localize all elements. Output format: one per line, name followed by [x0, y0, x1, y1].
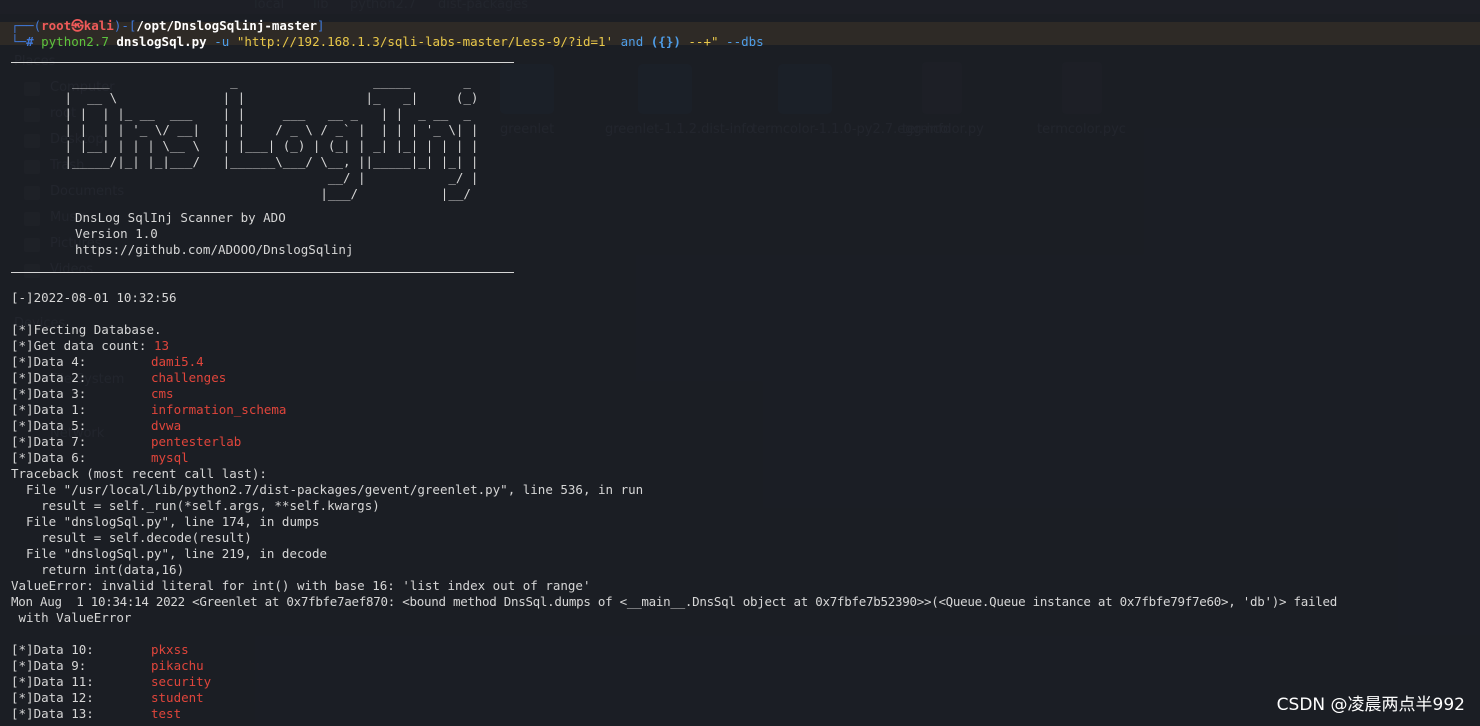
db-label: [*]Data 13:: [11, 706, 94, 721]
db-name: student: [151, 690, 204, 705]
greenlet-error-line: Mon Aug 1 10:34:14 2022 <Greenlet at 0x7…: [11, 594, 1337, 609]
db-row: [*]Data 13: test: [11, 706, 181, 722]
db-row: [*]Data 9: pikachu: [11, 658, 204, 674]
output-count: [*]Get data count: 13: [11, 338, 169, 354]
db-row: [*]Data 11: security: [11, 674, 211, 690]
db-label: [*]Data 7:: [11, 434, 87, 449]
command-tail: --+": [688, 34, 719, 49]
db-name: pentesterlab: [151, 434, 242, 449]
banner-version: Version 1.0: [75, 226, 158, 241]
banner-github-link[interactable]: https://github.com/ADOOO/DnslogSqlinj: [75, 242, 353, 258]
traceback-line: File "dnslogSql.py", line 219, in decode: [11, 546, 328, 561]
db-name: pkxss: [151, 642, 189, 657]
db-name: test: [151, 706, 182, 721]
command-python: python2.7: [41, 34, 109, 49]
prompt-corner-2: └─: [11, 34, 27, 49]
traceback-line: File "/usr/local/lib/python2.7/dist-pack…: [11, 482, 644, 497]
ascii-art-line: _____ _ _____ _: [57, 74, 471, 89]
count-value: 13: [154, 338, 170, 353]
traceback-line: Traceback (most recent call last):: [11, 466, 267, 481]
ascii-art-line: | | | | '_ \/ __| | | / _ \ / _` | | | |…: [57, 122, 479, 137]
db-label: [*]Data 6:: [11, 450, 87, 465]
db-label: [*]Data 9:: [11, 658, 87, 673]
db-row: [*]Data 12: student: [11, 690, 204, 706]
db-label: [*]Data 11:: [11, 674, 94, 689]
db-label: [*]Data 10:: [11, 642, 94, 657]
prompt-separator: )-[: [113, 18, 137, 33]
db-name: information_schema: [151, 402, 287, 417]
db-name: cms: [151, 386, 174, 401]
traceback-line: return int(data,16): [11, 562, 185, 577]
db-label: [*]Data 4:: [11, 354, 87, 369]
prompt-path: /opt/DnslogSqlinj-master: [136, 18, 318, 33]
db-row: [*]Data 4: dami5.4: [11, 354, 204, 370]
db-label: [*]Data 5:: [11, 418, 87, 433]
traceback-line: File "dnslogSql.py", line 174, in dumps: [11, 514, 320, 529]
db-row: [*]Data 5: dvwa: [11, 418, 181, 434]
db-row: [*]Data 10: pkxss: [11, 642, 189, 658]
db-label: [*]Data 12:: [11, 690, 94, 705]
db-label: [*]Data 2:: [11, 370, 87, 385]
greenlet-error-wrap: with ValueError: [11, 610, 132, 625]
count-label: [*]Get data count:: [11, 338, 154, 353]
db-name: dvwa: [151, 418, 182, 433]
db-name: security: [151, 674, 212, 689]
prompt-close: ]: [317, 18, 325, 33]
command-opt-dbs: --dbs: [726, 34, 764, 49]
db-label: [*]Data 3:: [11, 386, 87, 401]
output-timestamp: [-]2022-08-01 10:32:56: [11, 290, 177, 305]
prompt-line-1: ┌──(root㉿kali)-[/opt/DnslogSqlinj-master…: [11, 18, 325, 34]
traceback-line: result = self.decode(result): [11, 530, 252, 545]
command-url: "http://192.168.1.3/sqli-labs-master/Les…: [236, 34, 614, 49]
traceback-line: result = self._run(*self.args, **self.kw…: [11, 498, 380, 513]
ascii-art-line: | |__| | | | \__ \ | |___| (_) | (_| | _…: [57, 138, 479, 153]
output-fecting: [*]Fecting Database.: [11, 322, 162, 337]
command-line[interactable]: └─# python2.7 dnslogSql.py -u "http://19…: [11, 34, 764, 50]
db-row: [*]Data 1: information_schema: [11, 402, 286, 418]
db-row: [*]Data 6: mysql: [11, 450, 189, 466]
prompt-corner: ┌──(: [11, 18, 42, 33]
db-name: challenges: [151, 370, 227, 385]
command-opt-u: -u: [214, 34, 230, 49]
banner-rule-top: [11, 62, 514, 63]
prompt-user: root㉿kali: [41, 18, 114, 33]
ascii-art-line: |___/ |__/: [57, 186, 471, 201]
ascii-art-line: __/ | _/ |: [57, 170, 479, 185]
command-braces: ({}): [650, 34, 681, 49]
ascii-art-line: |_____/|_| |_|___/ |______\___/ \__, ||_…: [57, 154, 479, 169]
db-name: dami5.4: [151, 354, 204, 369]
ascii-art-line: | __ \ | | |_ _| (_): [57, 90, 479, 105]
csdn-watermark: CSDN @凌晨两点半992: [1276, 695, 1465, 715]
db-name: mysql: [151, 450, 189, 465]
db-row: [*]Data 3: cms: [11, 386, 174, 402]
db-name: pikachu: [151, 658, 204, 673]
db-row: [*]Data 2: challenges: [11, 370, 226, 386]
command-script: dnslogSql.py: [116, 34, 207, 49]
banner-scanner: DnsLog SqlInj Scanner by ADO: [75, 210, 286, 225]
terminal-window[interactable]: ┌──(root㉿kali)-[/opt/DnslogSqlinj-master…: [0, 0, 1480, 726]
banner-rule-bottom: [11, 272, 514, 273]
command-and: and: [620, 34, 644, 49]
prompt-hash: #: [26, 34, 34, 49]
db-label: [*]Data 1:: [11, 402, 87, 417]
ascii-art-line: | | | |_ __ ___ | | ___ __ _ | | _ __ _: [57, 106, 471, 121]
error-line: ValueError: invalid literal for int() wi…: [11, 578, 591, 593]
db-row: [*]Data 7: pentesterlab: [11, 434, 241, 450]
